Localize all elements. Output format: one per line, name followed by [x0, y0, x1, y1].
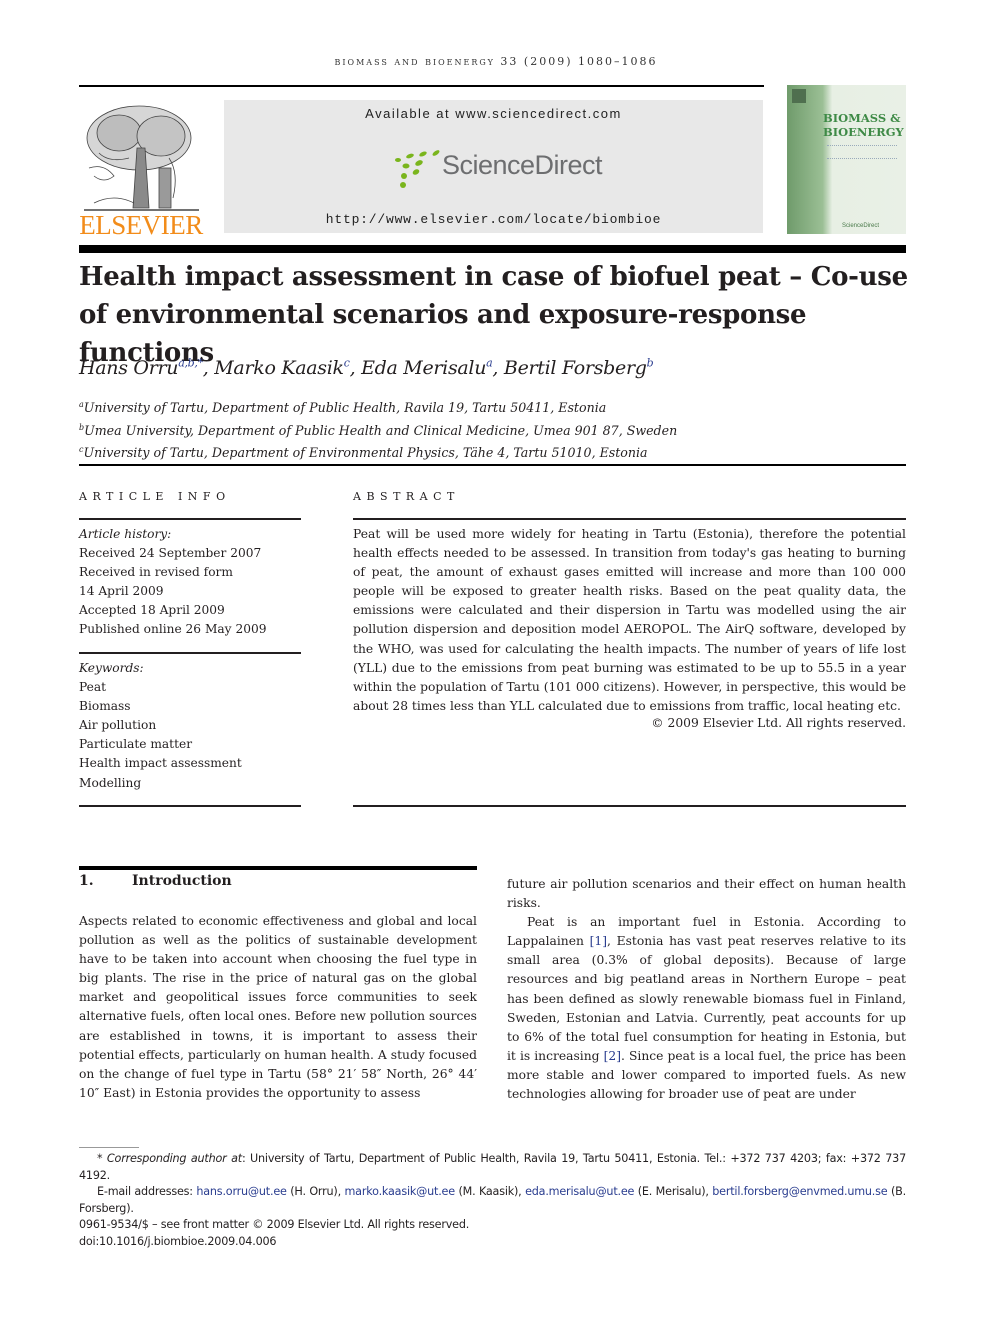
doi-link[interactable]: doi:10.1016/j.biombioe.2009.04.006 [79, 1234, 906, 1251]
abstract-heading: ABSTRACT [353, 490, 460, 503]
article-history: Article history: Received 24 September 2… [79, 525, 309, 640]
article-info-rule [79, 518, 301, 520]
history-item: Received in revised form [79, 565, 233, 580]
paragraph: Peat is an important fuel in Estonia. Ac… [507, 915, 907, 1102]
abstract-rule [353, 518, 906, 520]
keyword: Particulate matter [79, 737, 193, 752]
citation-link[interactable]: [1] [590, 934, 607, 948]
affiliation: aUniversity of Tartu, Department of Publ… [79, 400, 607, 416]
footnotes: * Corresponding author at: University of… [79, 1151, 906, 1251]
running-head: biomass and bioenergy 33 (2009) 1080–108… [334, 55, 658, 68]
keyword: Peat [79, 680, 107, 695]
footnote-rule [79, 1147, 139, 1148]
keywords-rule [79, 652, 301, 654]
author-affil-link[interactable]: b [647, 357, 654, 370]
introduction-heading: 1. Introduction [79, 873, 232, 889]
author: Marko Kaasikc, [214, 357, 362, 380]
sciencedirect-wordmark: ScienceDirect [442, 150, 603, 180]
journal-url-link[interactable]: http://www.elsevier.com/locate/biombioe [224, 212, 763, 227]
section-number: 1. [79, 873, 94, 889]
introduction-right-column: future air pollution scenarios and their… [507, 875, 906, 1104]
corresponding-author-note: * Corresponding author at: University of… [79, 1152, 906, 1182]
affiliation: cUniversity of Tartu, Department of Envi… [79, 445, 648, 461]
section-title: Introduction [132, 873, 232, 889]
keywords-label: Keywords: [79, 661, 144, 675]
abstract-copyright: © 2009 Elsevier Ltd. All rights reserved… [651, 716, 906, 730]
introduction-left-column: Aspects related to economic effectivenes… [79, 914, 477, 1100]
cover-title: BIOMASS & BIOENERGY [823, 111, 904, 139]
cover-editor-lines [827, 145, 897, 159]
available-at-text: Available at www.sciencedirect.com [365, 106, 622, 121]
keyword: Biomass [79, 699, 131, 714]
history-item: Accepted 18 April 2009 [79, 603, 225, 618]
article-info-end-rule [79, 805, 301, 807]
sciencedirect-dots-icon [395, 150, 440, 188]
sciencedirect-logo[interactable]: ScienceDirect [390, 148, 610, 188]
keyword: Health impact assessment [79, 756, 242, 771]
abstract-text: Peat will be used more widely for heatin… [353, 527, 906, 713]
email-addresses: E-mail addresses: hans.orru@ut.ee (H. Or… [79, 1185, 907, 1215]
history-item: Received 24 September 2007 [79, 546, 262, 561]
affiliations: aUniversity of Tartu, Department of Publ… [79, 395, 919, 463]
abstract-end-rule [353, 805, 906, 807]
author: Eda Merisalua, [361, 357, 504, 380]
journal-cover-thumbnail[interactable]: BIOMASS & BIOENERGY ScienceDirect [787, 85, 906, 234]
email-link[interactable]: bertil.forsberg@envmed.umu.se [712, 1185, 887, 1198]
keywords: Keywords: Peat Biomass Air pollution Par… [79, 659, 309, 793]
author-list: Hans Orrua,b,*, Marko Kaasikc, Eda Meris… [79, 357, 919, 379]
article-history-label: Article history: [79, 527, 172, 541]
cover-title-line2: BIOENERGY [823, 125, 904, 139]
cover-emblem-icon [792, 89, 806, 103]
author-affil-link[interactable]: a,b,* [178, 357, 203, 370]
email-link[interactable]: hans.orru@ut.ee [196, 1185, 287, 1198]
introduction-rule [79, 866, 477, 870]
keyword: Air pollution [79, 718, 157, 733]
citation-link[interactable]: [2] [604, 1049, 621, 1063]
title-rule [79, 245, 906, 253]
elsevier-wordmark: ELSEVIER [79, 210, 203, 240]
affiliation: bUmea University, Department of Public H… [79, 422, 678, 438]
history-item: Published online 26 May 2009 [79, 622, 267, 637]
author: Bertil Forsbergb [503, 357, 654, 380]
cover-footer: ScienceDirect [842, 223, 880, 229]
author: Hans Orrua,b,*, [79, 357, 215, 380]
issn-line: 0961-9534/$ – see front matter © 2009 El… [79, 1218, 470, 1232]
affiliation-rule [79, 464, 906, 466]
keyword: Modelling [79, 775, 142, 790]
email-link[interactable]: eda.merisalu@ut.ee [525, 1185, 634, 1198]
email-link[interactable]: marko.kaasik@ut.ee [344, 1185, 455, 1198]
article-info-heading: ARTICLE INFO [79, 490, 231, 503]
header-rule [79, 85, 764, 87]
cover-title-line1: BIOMASS & [823, 111, 901, 125]
history-item: 14 April 2009 [79, 584, 164, 599]
article-title: Health impact assessment in case of biof… [79, 262, 908, 368]
paragraph: future air pollution scenarios and their… [507, 877, 906, 911]
